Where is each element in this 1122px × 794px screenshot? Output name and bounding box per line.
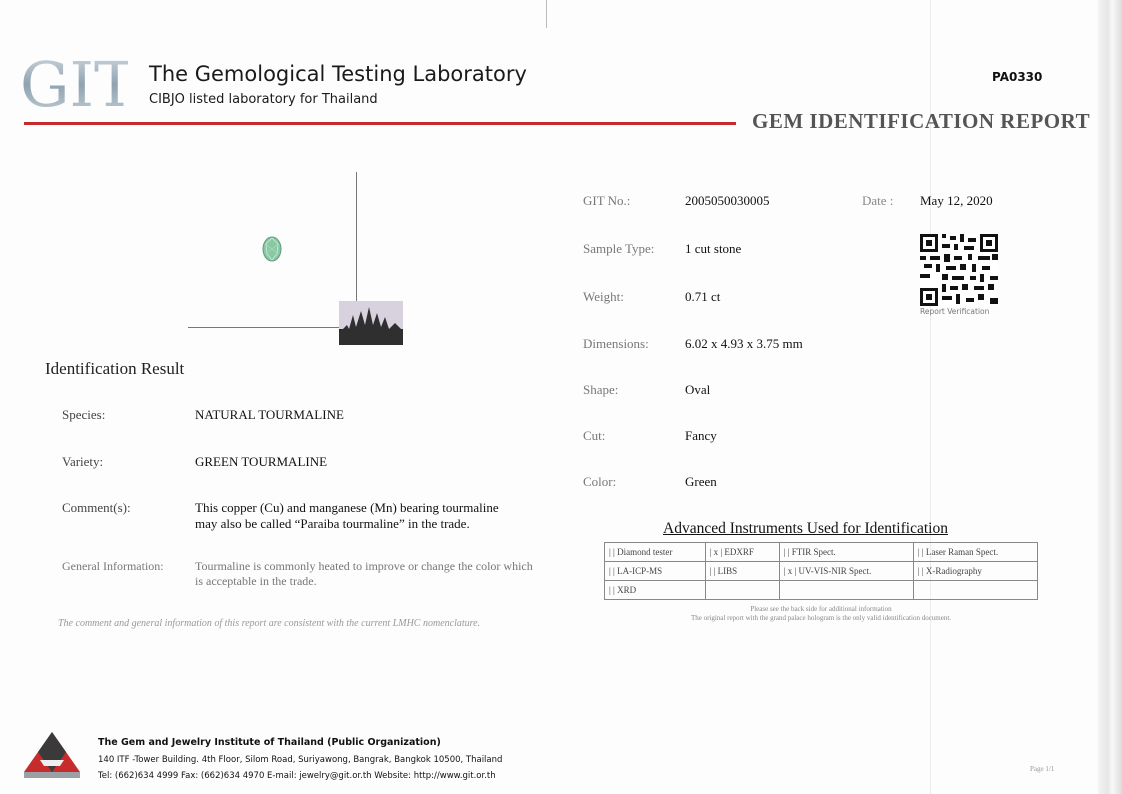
fold-mark <box>546 0 547 28</box>
dimensions-value: 6.02 x 4.93 x 3.75 mm <box>685 336 803 351</box>
git-logo-icon: GIT <box>20 52 128 112</box>
cut-label: Cut: <box>583 428 606 443</box>
variety-value: GREEN TOURMALINE <box>195 454 328 469</box>
general-info-line-1: Tourmaline is commonly heated to improve… <box>195 559 533 573</box>
header-divider <box>24 122 736 125</box>
comment-line-1: This copper (Cu) and manganese (Mn) bear… <box>195 500 499 515</box>
instrument-cell <box>912 580 1039 600</box>
species-label: Species: <box>62 407 106 422</box>
color-value: Green <box>685 474 717 489</box>
general-info-label: General Information: <box>62 559 164 573</box>
instrument-cell: | | X-Radiography <box>912 561 1039 581</box>
paper-edge <box>1098 0 1122 794</box>
institute-contact: Tel: (662)634 4999 Fax: (662)634 4970 E-… <box>98 771 496 781</box>
instrument-cell: | x | EDXRF <box>704 542 780 562</box>
date-value: May 12, 2020 <box>920 193 993 208</box>
instrument-cell <box>704 580 780 600</box>
comment-line-2: may also be called “Paraiba tourmaline” … <box>195 516 470 531</box>
instrument-cell: | | Diamond tester <box>604 542 706 562</box>
report-title: GEM IDENTIFICATION REPORT <box>752 109 1091 133</box>
qr-code-icon[interactable] <box>920 234 998 306</box>
instrument-cell: | | XRD <box>604 580 706 600</box>
instruments-table: | | Diamond tester | x | EDXRF | | FTIR … <box>604 542 1039 600</box>
original-report-note: The original report with the grand palac… <box>690 614 952 622</box>
report-number: PA0330 <box>992 70 1043 84</box>
back-side-note: Please see the back side for additional … <box>750 605 892 613</box>
species-value: NATURAL TOURMALINE <box>195 407 344 422</box>
instrument-cell: | x | UV-VIS-NIR Spect. <box>778 561 914 581</box>
institute-address: 140 ITF -Tower Building. 4th Floor, Silo… <box>98 755 503 765</box>
lab-subtitle: CIBJO listed laboratory for Thailand <box>149 92 378 107</box>
photo-guide-horizontal <box>188 327 356 328</box>
instruments-title: Advanced Instruments Used for Identifica… <box>663 520 948 537</box>
git-no-value: 2005050030005 <box>685 193 770 208</box>
gemstone-photo-icon <box>262 236 282 262</box>
institute-name: The Gem and Jewelry Institute of Thailan… <box>98 737 441 748</box>
color-label: Color: <box>583 474 617 489</box>
table-row: | | XRD <box>604 580 1039 600</box>
report-page: GIT The Gemological Testing Laboratory C… <box>0 0 1122 794</box>
table-row: | | Diamond tester | x | EDXRF | | FTIR … <box>604 542 1039 562</box>
instrument-cell: | | Laser Raman Spect. <box>912 542 1039 562</box>
page-number: Page 1/1 <box>1030 765 1055 773</box>
date-label: Date : <box>862 193 894 208</box>
instrument-cell <box>778 580 914 600</box>
instrument-cell: | | LA-ICP-MS <box>604 561 706 581</box>
sample-type-value: 1 cut stone <box>685 241 742 256</box>
comment-label: Comment(s): <box>62 500 131 515</box>
nomenclature-disclaimer: The comment and general information of t… <box>58 618 481 629</box>
qr-caption: Report Verification <box>920 307 990 316</box>
general-info-line-2: is acceptable in the trade. <box>195 574 317 588</box>
weight-value: 0.71 ct <box>685 289 721 304</box>
dimensions-label: Dimensions: <box>583 336 649 351</box>
variety-label: Variety: <box>62 454 104 469</box>
sample-type-label: Sample Type: <box>583 241 655 256</box>
cut-value: Fancy <box>685 428 717 443</box>
shape-label: Shape: <box>583 382 619 397</box>
gem-institute-logo-icon <box>24 732 80 778</box>
grand-palace-hologram-icon <box>339 301 403 345</box>
weight-label: Weight: <box>583 289 624 304</box>
git-no-label: GIT No.: <box>583 193 631 208</box>
logo-text: GIT <box>20 52 128 112</box>
shape-value: Oval <box>685 382 711 397</box>
table-row: | | LA-ICP-MS | | LIBS | x | UV-VIS-NIR … <box>604 561 1039 581</box>
identification-result-title: Identification Result <box>45 359 185 378</box>
instrument-cell: | | FTIR Spect. <box>778 542 914 562</box>
lab-name: The Gemological Testing Laboratory <box>149 62 527 86</box>
instrument-cell: | | LIBS <box>704 561 780 581</box>
